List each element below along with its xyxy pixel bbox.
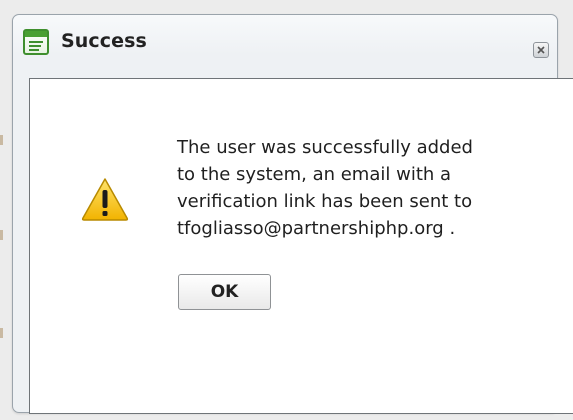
dialog-message: The user was successfully added to the s…: [177, 134, 552, 242]
dialog-body: The user was successfully added to the s…: [29, 78, 573, 414]
close-button[interactable]: [533, 42, 549, 58]
dialog-titlebar[interactable]: Success: [13, 15, 557, 65]
background-mark: [0, 328, 3, 338]
window-icon: [23, 29, 49, 55]
message-line: verification link has been sent to: [177, 191, 473, 212]
message-line: The user was successfully added: [177, 137, 473, 158]
close-icon: [537, 46, 545, 54]
message-line: tfogliasso@partnershiphp.org .: [177, 218, 456, 239]
message-line: to the system, an email with a: [177, 164, 452, 185]
warning-icon: [81, 178, 129, 221]
background-mark: [0, 135, 3, 145]
dialog-title: Success: [61, 30, 147, 52]
success-dialog: Success The user was successfully added …: [12, 14, 573, 414]
background-mark: [0, 230, 3, 240]
ok-button[interactable]: OK: [178, 274, 271, 310]
